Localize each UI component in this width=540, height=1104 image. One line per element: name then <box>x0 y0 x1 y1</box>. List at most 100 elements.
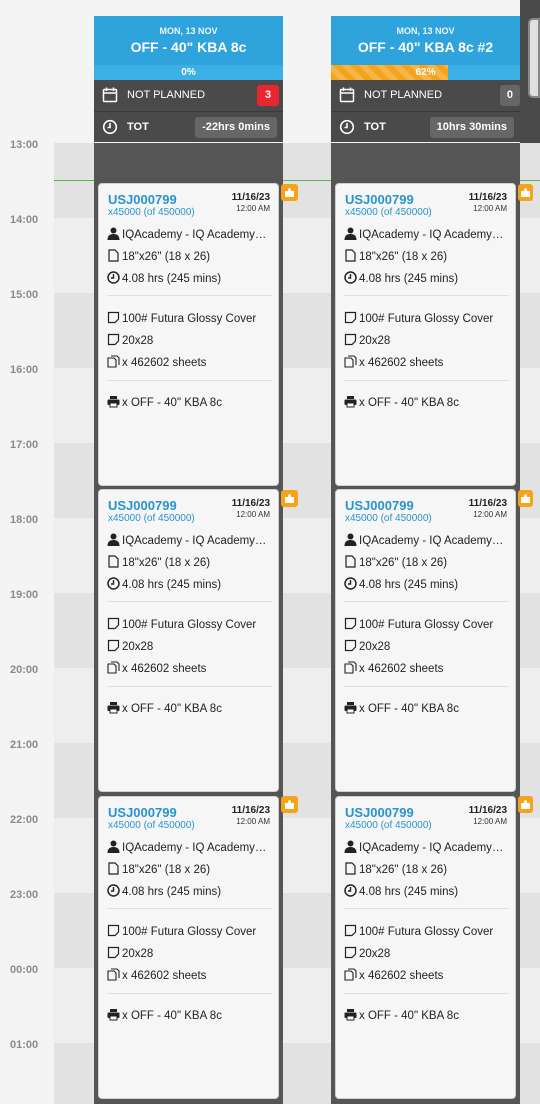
tot-label: TOT <box>127 121 149 133</box>
size-line: 18"x26" (18 x 26) <box>107 555 273 569</box>
tot-label: TOT <box>364 121 386 133</box>
puzzle-icon[interactable] <box>518 490 533 507</box>
sheet-icon <box>107 924 120 937</box>
next-column-button[interactable] <box>528 18 540 98</box>
press-line: x OFF - 40" KBA 8c <box>344 1008 510 1022</box>
job-id[interactable]: USJ000799 <box>108 805 177 820</box>
not-planned-row[interactable]: NOT PLANNED 0 <box>331 80 520 111</box>
sheets-line: x 462602 sheets <box>107 968 273 982</box>
printer-icon <box>344 1009 357 1021</box>
sheet-size: 20x28 <box>122 641 154 653</box>
job-card[interactable]: USJ000799 x45000 (of 450000) 11/16/23 12… <box>98 183 279 486</box>
size-line: 18"x26" (18 x 26) <box>344 862 510 876</box>
job-card[interactable]: USJ000799 x45000 (of 450000) 11/16/23 12… <box>335 489 516 792</box>
job-size: 18"x26" (18 x 26) <box>359 557 448 569</box>
sheet-count: x 462602 sheets <box>359 970 444 982</box>
customer-name: IQAcademy - IQ Academy… <box>359 535 504 547</box>
puzzle-icon[interactable] <box>281 796 298 813</box>
sheet-count: x 462602 sheets <box>359 663 444 675</box>
job-quantity: x45000 (of 450000) <box>345 207 432 218</box>
page-icon <box>345 555 356 568</box>
puzzle-icon[interactable] <box>281 490 298 507</box>
paper-name: 100# Futura Glossy Cover <box>122 619 257 631</box>
paper-line: 100# Futura Glossy Cover <box>107 924 273 938</box>
sheet-icon <box>107 311 120 324</box>
sheet-size-line: 20x28 <box>344 333 510 347</box>
press-line: x OFF - 40" KBA 8c <box>107 395 273 409</box>
job-due-time: 12:00 AM <box>473 510 507 519</box>
time-label: 23:00 <box>10 889 39 901</box>
customer-line: IQAcademy - IQ Academy… <box>344 227 510 241</box>
sheet-count: x 462602 sheets <box>122 970 207 982</box>
puzzle-icon[interactable] <box>281 184 298 201</box>
size-line: 18"x26" (18 x 26) <box>344 555 510 569</box>
column-header[interactable]: MON, 13 NOV OFF - 40" KBA 8c #2 <box>331 16 520 65</box>
sheet-icon <box>344 617 357 630</box>
job-quantity: x45000 (of 450000) <box>108 207 195 218</box>
job-due-time: 12:00 AM <box>236 204 270 213</box>
time-label: 19:00 <box>10 589 39 601</box>
user-icon <box>344 840 357 853</box>
calendar-icon <box>102 87 118 103</box>
not-planned-count[interactable]: 0 <box>499 85 520 106</box>
duration-line: 4.08 hrs (245 mins) <box>107 884 273 898</box>
time-label: 20:00 <box>10 664 39 676</box>
printer-icon <box>107 396 120 408</box>
tot-row: TOT 10hrs 30mins <box>331 111 520 142</box>
job-card[interactable]: USJ000799 x45000 (of 450000) 11/16/23 12… <box>98 796 279 1099</box>
sheet-count: x 462602 sheets <box>122 663 207 675</box>
copy-icon <box>344 661 357 674</box>
job-card[interactable]: USJ000799 x45000 (of 450000) 11/16/23 12… <box>98 489 279 792</box>
column-header[interactable]: MON, 13 NOV OFF - 40" KBA 8c <box>94 16 283 65</box>
paper-name: 100# Futura Glossy Cover <box>359 313 494 325</box>
clock-small-icon <box>107 271 120 284</box>
tot-value: 10hrs 30mins <box>429 117 514 138</box>
clock-small-icon <box>344 884 357 897</box>
time-label: 22:00 <box>10 814 39 826</box>
puzzle-icon[interactable] <box>518 796 533 813</box>
size-line: 18"x26" (18 x 26) <box>107 249 273 263</box>
sheet-icon <box>344 639 357 652</box>
time-label: 00:00 <box>10 964 39 976</box>
clock-small-icon <box>107 884 120 897</box>
divider <box>344 686 509 687</box>
paper-name: 100# Futura Glossy Cover <box>359 619 494 631</box>
not-planned-row[interactable]: NOT PLANNED 3 <box>94 80 283 111</box>
job-size: 18"x26" (18 x 26) <box>359 251 448 263</box>
user-icon <box>344 227 357 240</box>
job-duration: 4.08 hrs (245 mins) <box>122 273 222 285</box>
job-due-date: 11/16/23 <box>468 498 507 509</box>
not-planned-count[interactable]: 3 <box>257 85 279 106</box>
sheet-icon <box>107 639 120 652</box>
sheet-icon <box>344 311 357 324</box>
job-due-date: 11/16/23 <box>231 498 270 509</box>
job-id[interactable]: USJ000799 <box>345 192 414 207</box>
job-id[interactable]: USJ000799 <box>108 192 177 207</box>
job-due-time: 12:00 AM <box>236 817 270 826</box>
job-card[interactable]: USJ000799 x45000 (of 450000) 11/16/23 12… <box>335 796 516 1099</box>
sheet-count: x 462602 sheets <box>359 357 444 369</box>
job-id[interactable]: USJ000799 <box>108 498 177 513</box>
sheets-line: x 462602 sheets <box>344 968 510 982</box>
job-id[interactable]: USJ000799 <box>345 498 414 513</box>
column-title: OFF - 40" KBA 8c #2 <box>357 39 494 55</box>
duration-line: 4.08 hrs (245 mins) <box>107 271 273 285</box>
sheet-size-line: 20x28 <box>344 639 510 653</box>
sheet-icon <box>107 617 120 630</box>
job-card[interactable]: USJ000799 x45000 (of 450000) 11/16/23 12… <box>335 183 516 486</box>
page-icon <box>108 555 119 568</box>
paper-name: 100# Futura Glossy Cover <box>122 313 257 325</box>
duration-line: 4.08 hrs (245 mins) <box>107 577 273 591</box>
press-line: x OFF - 40" KBA 8c <box>344 395 510 409</box>
customer-line: IQAcademy - IQ Academy… <box>107 533 273 547</box>
sheet-count: x 462602 sheets <box>122 357 207 369</box>
job-due-date: 11/16/23 <box>468 805 507 816</box>
sheet-size-line: 20x28 <box>107 333 273 347</box>
customer-line: IQAcademy - IQ Academy… <box>107 840 273 854</box>
job-id[interactable]: USJ000799 <box>345 805 414 820</box>
sheets-line: x 462602 sheets <box>344 355 510 369</box>
sheets-line: x 462602 sheets <box>344 661 510 675</box>
customer-name: IQAcademy - IQ Academy… <box>122 535 267 547</box>
time-label: 13:00 <box>10 139 39 151</box>
puzzle-icon[interactable] <box>518 184 533 201</box>
